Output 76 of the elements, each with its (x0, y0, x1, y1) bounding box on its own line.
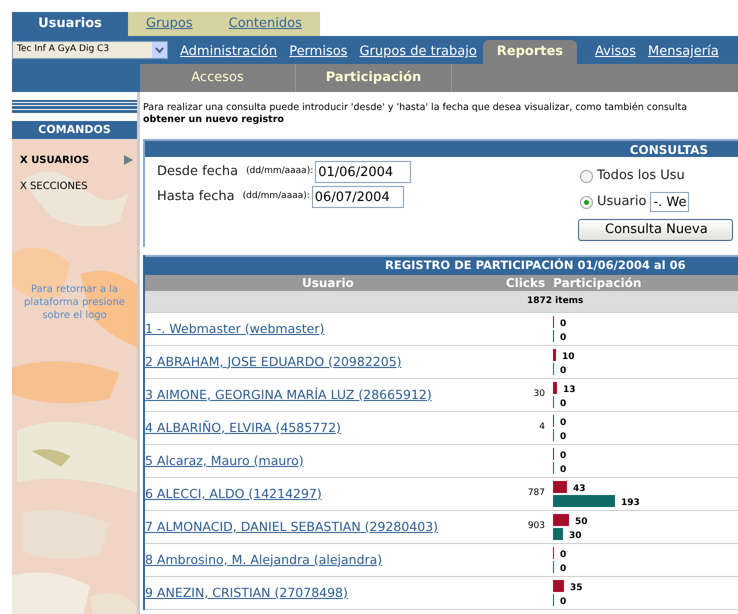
column-header: Clicks (506, 275, 546, 292)
bar-value: 0 (560, 451, 566, 461)
clicks-cell-text: 30 (532, 388, 546, 402)
user-link[interactable]: 7 ALMONACID, DANIEL SEBASTIAN (29280403) (145, 518, 501, 536)
user-link[interactable]: 5 Alcaraz, Mauro (mauro) (145, 452, 501, 470)
panel-title: CONSULTAS (630, 142, 708, 157)
nav-tab[interactable]: Permisos (283, 40, 354, 64)
clicks-cell-text: 903 (526, 520, 546, 534)
bar-value: 50 (575, 517, 588, 527)
field-label: Hasta fecha (157, 188, 235, 206)
nav-tab[interactable]: Mensajería (642, 40, 725, 64)
participation-bar (553, 382, 557, 394)
user-link[interactable]: 1 -. Webmaster (webmaster) (145, 320, 501, 338)
user-link[interactable]: 3 AIMONE, GEORGINA MARÍA LUZ (28665912) (145, 386, 501, 404)
column-header: Participación (553, 275, 642, 292)
clicks-cell-text: 4 (538, 421, 546, 434)
item-count: 1872 items (527, 294, 584, 308)
dropdown-icon (152, 42, 167, 58)
user-link[interactable]: 9 ANEZIN, CRISTIAN (27078498) (145, 584, 501, 602)
top-tab[interactable]: Contenidos (210, 12, 320, 36)
bar-value: 30 (569, 531, 582, 541)
bar-value: 0 (560, 465, 566, 475)
date-hint: (dd/mm/aaaa): (242, 190, 310, 204)
participation-bar (553, 349, 556, 361)
bar-value: 43 (573, 484, 586, 494)
clicks-cell-text: 787 (526, 487, 546, 500)
participation-bar (553, 528, 563, 540)
bar-value: 193 (621, 498, 640, 508)
bar-value: 0 (560, 366, 566, 376)
participation-bar (553, 481, 567, 493)
column-header: Usuario (302, 275, 354, 292)
top-tab[interactable]: Grupos (128, 12, 211, 36)
user-select[interactable]: -. We (650, 192, 690, 212)
nav-tab[interactable]: Reportes (482, 40, 578, 64)
sidebar-item[interactable]: X USUARIOS (20, 152, 90, 168)
bar-value: 13 (563, 385, 576, 395)
radio-label: Usuario (597, 193, 646, 212)
radio-button[interactable] (580, 196, 593, 208)
top-tab[interactable]: Usuarios (12, 12, 128, 36)
bar-value: 0 (560, 319, 566, 329)
commands-header: COMANDOS (12, 121, 137, 139)
bar-value: 0 (560, 418, 566, 428)
participation-bar (553, 580, 564, 592)
participation-bar (553, 514, 569, 526)
intro-text: Para realizar una consulta puede introducir 'desde' y 'hasta' la fecha que desea visualizar, como también consulta (143, 102, 688, 114)
course-select[interactable]: Tec Inf A GyA Dig C3 (12, 41, 168, 59)
sidebar-item[interactable]: X SECCIONES (20, 178, 88, 194)
new-query-button[interactable]: Consulta Nueva (578, 219, 733, 241)
field-label: Desde fecha (157, 163, 238, 182)
bar-value: 10 (562, 352, 575, 362)
participation-bar (553, 495, 615, 507)
radio-button[interactable] (580, 170, 593, 182)
nav-tab[interactable]: Administración (174, 40, 284, 64)
date-hint: (dd/mm/aaaa): (246, 165, 314, 178)
user-link[interactable]: 2 ABRAHAM, JOSE EDUARDO (20982205) (145, 352, 501, 372)
bar-value: 0 (560, 432, 566, 442)
bar-value: 0 (560, 550, 566, 560)
user-link[interactable]: 6 ALECCI, ALDO (14214297) (145, 484, 501, 504)
subnav-tab[interactable]: Accesos (140, 64, 296, 92)
user-link[interactable]: 8 Ambrosino, M. Alejandra (alejandra) (145, 550, 501, 570)
pointer-icon (124, 155, 133, 165)
nav-tab[interactable]: Grupos de trabajo (353, 40, 483, 64)
bar-value: 0 (560, 399, 566, 409)
bar-value: 0 (560, 333, 566, 343)
intro-bold-text: obtener un nuevo registro (143, 114, 285, 126)
bar-value: 0 (560, 597, 566, 607)
report-title: REGISTRO DE PARTICIPACIÓN 01/06/2004 al 06 (385, 257, 686, 274)
nav-tab[interactable]: Avisos (589, 40, 642, 64)
radio-label: Todos los Usu (597, 167, 685, 186)
date-field[interactable]: 06/07/2004 (312, 186, 404, 208)
bar-value: 0 (560, 564, 566, 574)
date-field[interactable]: 01/06/2004 (315, 161, 412, 183)
sidebar-note: Para retornar a la plataforma presione sobre el logo (23, 283, 126, 322)
user-link[interactable]: 4 ALBARIÑO, ELVIRA (4585772) (145, 418, 501, 438)
subnav-tab[interactable]: Participación (296, 64, 452, 92)
bar-value: 35 (570, 583, 583, 593)
